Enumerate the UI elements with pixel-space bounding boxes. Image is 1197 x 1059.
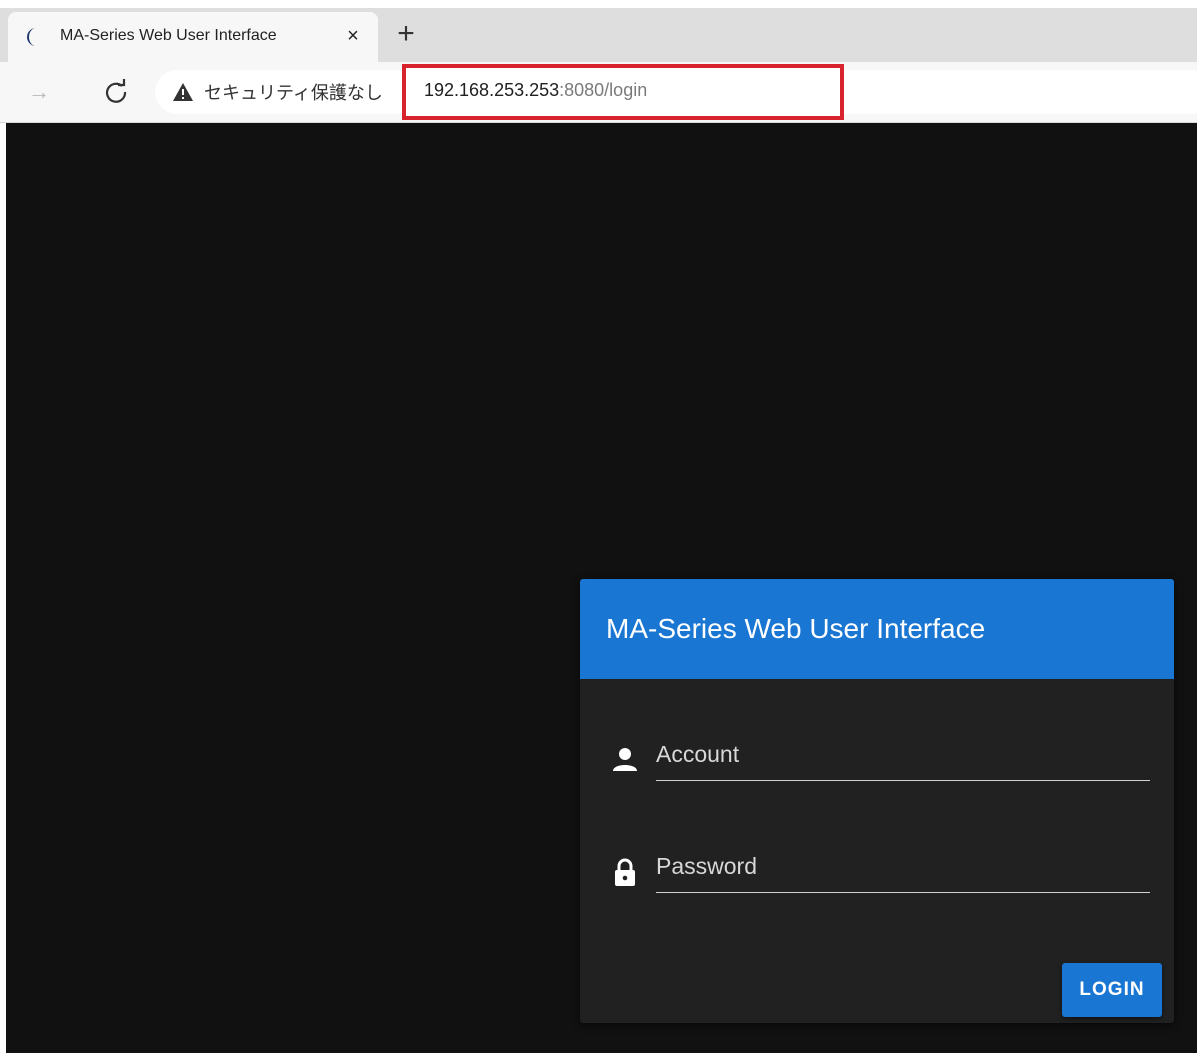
- security-indicator[interactable]: セキュリティ保護なし: [172, 70, 383, 114]
- tab-strip-top-edge: [0, 0, 1197, 8]
- new-tab-button[interactable]: +: [392, 19, 420, 50]
- active-tab[interactable]: MA-Series Web User Interface ×: [8, 12, 378, 62]
- person-icon: [610, 745, 640, 775]
- url-host: 192.168.253.253: [424, 80, 560, 100]
- url-text[interactable]: 192.168.253.253:8080/login: [424, 80, 647, 101]
- tab-title: MA-Series Web User Interface: [60, 27, 277, 44]
- page-content: MA-Series Web User Interface Account LOG…: [0, 123, 1197, 1059]
- login-button[interactable]: LOGIN: [1062, 963, 1162, 1017]
- login-card: MA-Series Web User Interface Account LOG…: [580, 579, 1174, 1023]
- page-left-edge: [0, 123, 6, 1059]
- login-title: MA-Series Web User Interface: [606, 613, 986, 644]
- forward-button[interactable]: →: [24, 78, 54, 106]
- page-bottom-edge: [0, 1053, 1197, 1059]
- login-card-header: MA-Series Web User Interface: [580, 579, 1174, 679]
- account-field: [606, 729, 1150, 799]
- crescent-moon-icon: [22, 26, 44, 48]
- lock-icon: [610, 857, 640, 887]
- browser-window: MA-Series Web User Interface × + → セキュリテ…: [0, 0, 1197, 1059]
- security-label: セキュリティ保護なし: [204, 83, 383, 103]
- password-field: [606, 841, 1150, 911]
- warning-triangle-icon: [172, 82, 194, 102]
- tab-strip: MA-Series Web User Interface × +: [0, 0, 1197, 62]
- password-input[interactable]: [656, 841, 1150, 893]
- tab-close-button[interactable]: ×: [340, 23, 366, 49]
- account-input[interactable]: [656, 729, 1150, 781]
- reload-icon[interactable]: [100, 76, 132, 108]
- url-path: :8080/login: [559, 80, 648, 100]
